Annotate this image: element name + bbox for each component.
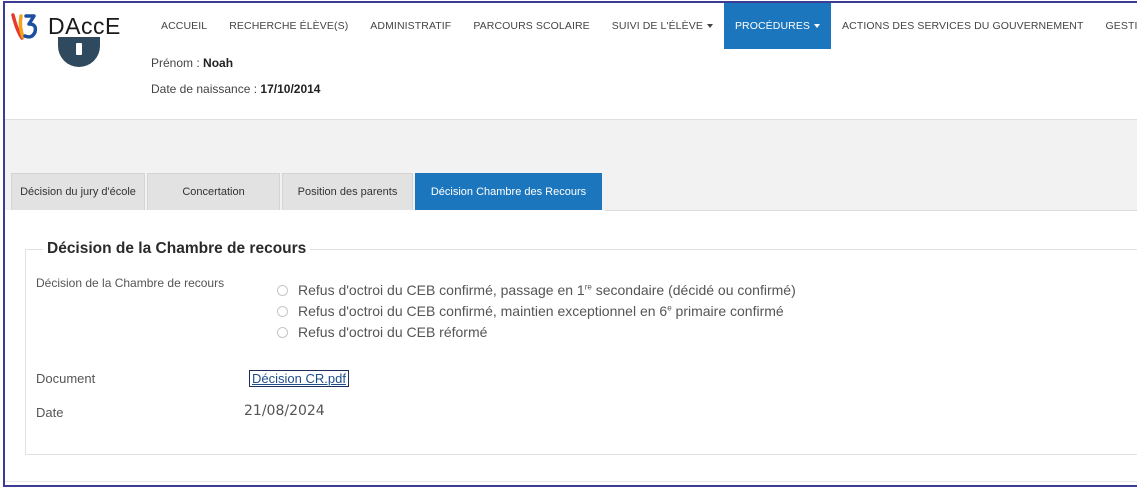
nav-label: GESTION	[1105, 20, 1137, 32]
nav-label: PARCOURS SCOLAIRE	[473, 20, 590, 32]
tab-concertation[interactable]: Concertation	[147, 173, 280, 210]
nav-label: RECHERCHE ÉLÈVE(S)	[229, 20, 349, 32]
nav-recherche-eleves[interactable]: RECHERCHE ÉLÈVE(S)	[218, 3, 359, 49]
nav-label: SUIVI DE L'ÉLÈVE	[611, 20, 703, 32]
nav-label: ACTIONS DES SERVICES DU GOUVERNEMENT	[842, 20, 1084, 32]
tab-label: Décision Chambre des Recours	[430, 186, 587, 198]
option-label: Refus d'octroi du CEB réformé	[298, 324, 487, 340]
top-navbar: DAccE ACCUEIL RECHERCHE ÉLÈVE(S) ADMINIS…	[5, 3, 1137, 50]
nav-suivi-eleve[interactable]: SUIVI DE L'ÉLÈVE	[601, 3, 724, 49]
footer-divider	[5, 481, 1137, 482]
option-label: Refus d'octroi du CEB confirmé, passage …	[298, 282, 796, 298]
tab-label: Concertation	[182, 186, 245, 198]
nav-accueil[interactable]: ACCUEIL	[150, 3, 218, 49]
student-header: Prénom : Noah Date de naissance : 17/10/…	[5, 37, 1137, 120]
decision-option-1[interactable]: Refus d'octroi du CEB confirmé, passage …	[277, 282, 796, 298]
nav-administratif[interactable]: ADMINISTRATIF	[359, 3, 462, 49]
radio-button[interactable]	[277, 305, 288, 317]
date-value: 21/08/2024	[244, 403, 325, 419]
date-label: Date	[36, 405, 64, 420]
app-name: DAccE	[48, 12, 121, 39]
nav-parcours-scolaire[interactable]: PARCOURS SCOLAIRE	[462, 3, 600, 49]
option-text-end: secondaire (décidé ou confirmé)	[591, 282, 796, 298]
first-name-label: Prénom :	[151, 56, 200, 70]
decision-option-2[interactable]: Refus d'octroi du CEB confirmé, maintien…	[277, 303, 784, 319]
info-icon	[76, 43, 82, 55]
main-nav: ACCUEIL RECHERCHE ÉLÈVE(S) ADMINISTRATIF…	[150, 3, 1137, 49]
document-link[interactable]: Décision CR.pdf	[249, 370, 349, 387]
daccE-logo-icon	[11, 13, 38, 40]
birth-date-value: 17/10/2014	[260, 82, 321, 96]
student-first-name: Prénom : Noah	[151, 56, 233, 70]
tab-decision-jury[interactable]: Décision du jury d'école	[11, 173, 145, 210]
radio-button[interactable]	[277, 284, 288, 296]
tab-decision-chambre-recours[interactable]: Décision Chambre des Recours	[415, 173, 602, 210]
option-text: Refus d'octroi du CEB réformé	[298, 324, 488, 340]
procedure-tabs: Décision du jury d'école Concertation Po…	[11, 173, 604, 211]
caret-down-icon	[814, 24, 821, 28]
option-text-end: primaire confirmé	[671, 303, 784, 319]
birth-date-label: Date de naissance :	[151, 82, 258, 96]
nav-label: ADMINISTRATIF	[370, 20, 452, 32]
nav-gestion[interactable]: GESTION	[1095, 3, 1137, 49]
nav-actions-gouvernement[interactable]: ACTIONS DES SERVICES DU GOUVERNEMENT	[831, 3, 1094, 49]
option-sup: re	[584, 282, 592, 292]
document-label: Document	[36, 371, 96, 386]
section-title: Décision de la Chambre de recours	[43, 240, 311, 258]
option-text: Refus d'octroi du CEB confirmé, maintien…	[298, 303, 668, 319]
tab-label: Décision du jury d'école	[20, 186, 136, 198]
avatar	[58, 37, 100, 67]
radio-button[interactable]	[277, 326, 288, 338]
caret-down-icon	[706, 24, 713, 28]
first-name-value: Noah	[203, 56, 234, 70]
nav-label: ACCUEIL	[161, 20, 208, 32]
nav-label: PROCÉDURES	[734, 20, 811, 32]
nav-procedures[interactable]: PROCÉDURES	[723, 3, 832, 49]
tab-position-parents[interactable]: Position des parents	[282, 173, 413, 210]
decision-label: Décision de la Chambre de recours	[36, 276, 225, 290]
tab-divider	[605, 210, 1137, 211]
decision-option-3[interactable]: Refus d'octroi du CEB réformé	[277, 324, 487, 340]
option-label: Refus d'octroi du CEB confirmé, maintien…	[298, 303, 784, 319]
tab-label: Position des parents	[297, 186, 398, 198]
option-text: Refus d'octroi du CEB confirmé, passage …	[298, 282, 585, 298]
app-frame: DAccE ACCUEIL RECHERCHE ÉLÈVE(S) ADMINIS…	[3, 1, 1137, 487]
student-birth-date: Date de naissance : 17/10/2014	[151, 82, 320, 96]
